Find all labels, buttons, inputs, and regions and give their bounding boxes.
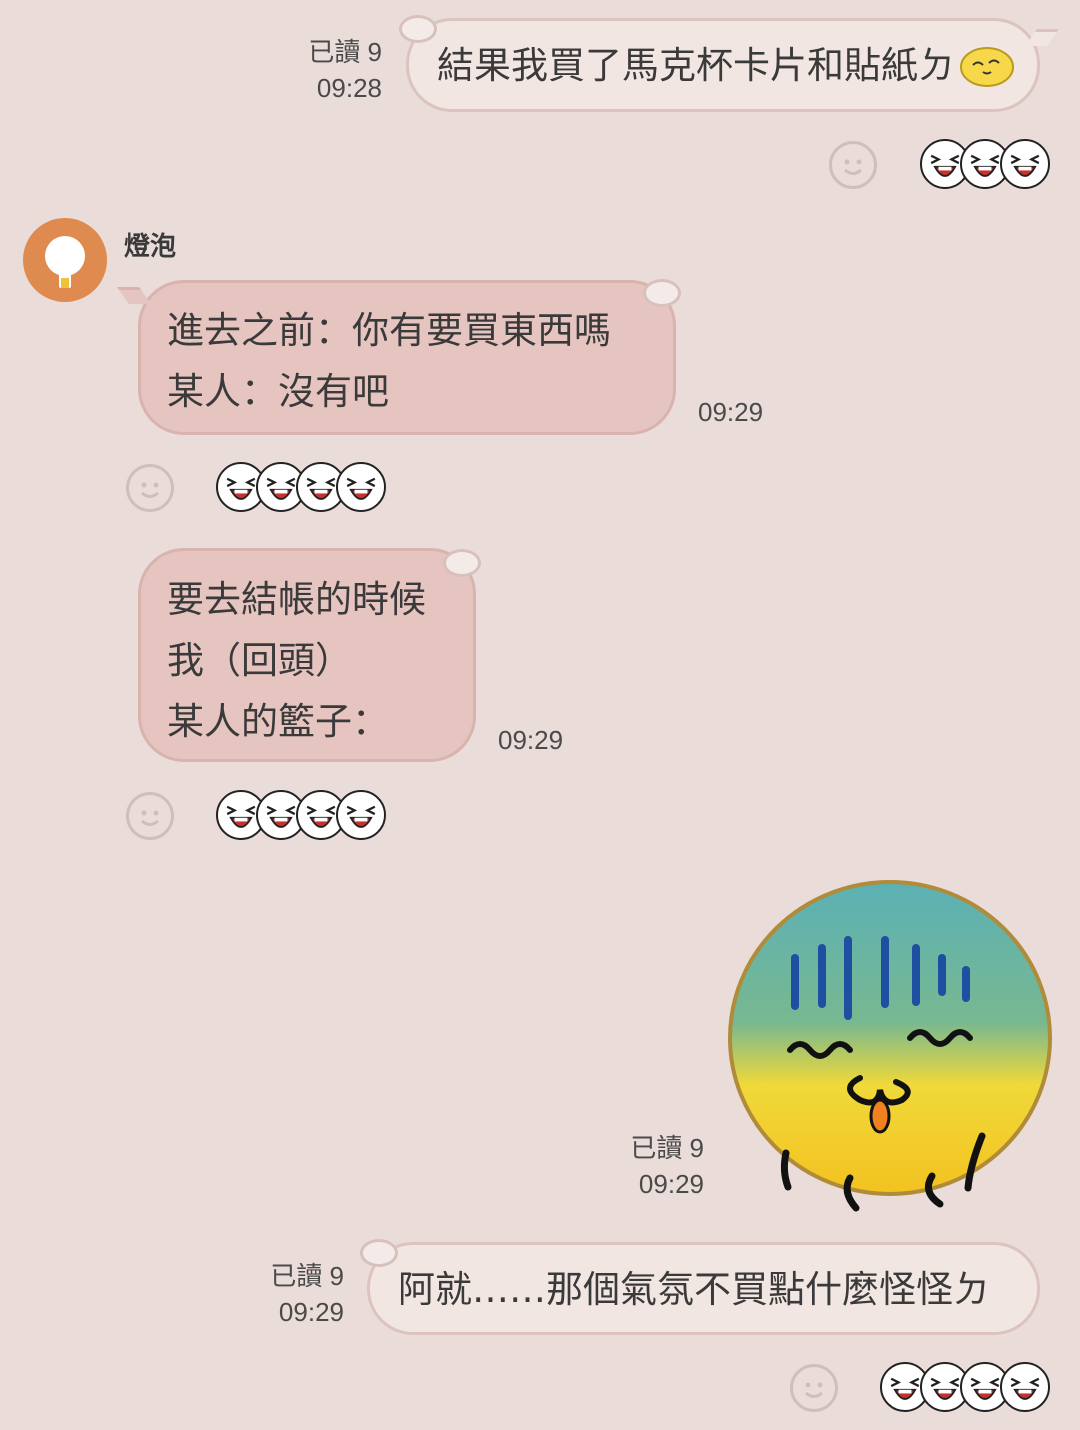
laughing-face-icon [1000, 139, 1050, 189]
add-reaction-smiley-icon[interactable] [829, 141, 877, 189]
read-receipt: 已讀 9 09:28 [250, 34, 382, 106]
message-time: 09:29 [278, 1297, 344, 1327]
add-reaction-smiley-icon[interactable] [126, 464, 174, 512]
outgoing-message-bubble[interactable]: 阿就……那個氣氛不買點什麼怪怪ㄉ [360, 1239, 1040, 1335]
add-reaction-smiley-icon[interactable] [126, 792, 174, 840]
message-text: 阿就……那個氣氛不買點什麼怪怪ㄉ [398, 1268, 990, 1311]
read-receipt: 已讀 9 09:29 [212, 1258, 344, 1330]
message-text: 進去之前：你有要買東西嗎 某人：沒有吧 [167, 309, 611, 413]
read-receipt: 已讀 9 09:29 [572, 1130, 704, 1202]
reaction-group[interactable] [880, 1362, 1050, 1414]
laughing-face-icon [1000, 1362, 1050, 1412]
sender-name: 燈泡 [124, 232, 177, 262]
reaction-group[interactable] [216, 790, 386, 842]
message-time: 09:29 [638, 1169, 704, 1199]
read-label: 已讀 9 [308, 37, 382, 67]
add-reaction-smiley-icon[interactable] [790, 1364, 838, 1412]
message-time: 09:29 [698, 397, 764, 427]
sleepy-emoji-icon [960, 47, 1014, 87]
incoming-message-bubble[interactable]: 要去結帳的時候 我（回頭） 某人的籃子： [138, 548, 481, 762]
message-time: 09:29 [498, 725, 564, 755]
reaction-group[interactable] [920, 139, 1050, 191]
reaction-group[interactable] [216, 462, 386, 514]
laughing-face-icon [336, 462, 386, 512]
incoming-message-bubble[interactable]: 進去之前：你有要買東西嗎 某人：沒有吧 [117, 279, 681, 435]
message-text: 結果我買了馬克杯卡片和貼紙ㄉ [437, 44, 955, 87]
lightbulb-icon [45, 236, 85, 288]
laughing-face-icon [336, 790, 386, 840]
read-label: 已讀 9 [630, 1133, 704, 1163]
yellow-blue-blob-sticker[interactable] [720, 878, 1060, 1218]
read-label: 已讀 9 [270, 1261, 344, 1291]
avatar[interactable] [23, 218, 107, 302]
message-time: 09:28 [316, 73, 382, 103]
outgoing-message-bubble[interactable]: 結果我買了馬克杯卡片和貼紙ㄉ [399, 15, 1059, 112]
message-text: 要去結帳的時候 我（回頭） 某人的籃子： [167, 578, 426, 743]
